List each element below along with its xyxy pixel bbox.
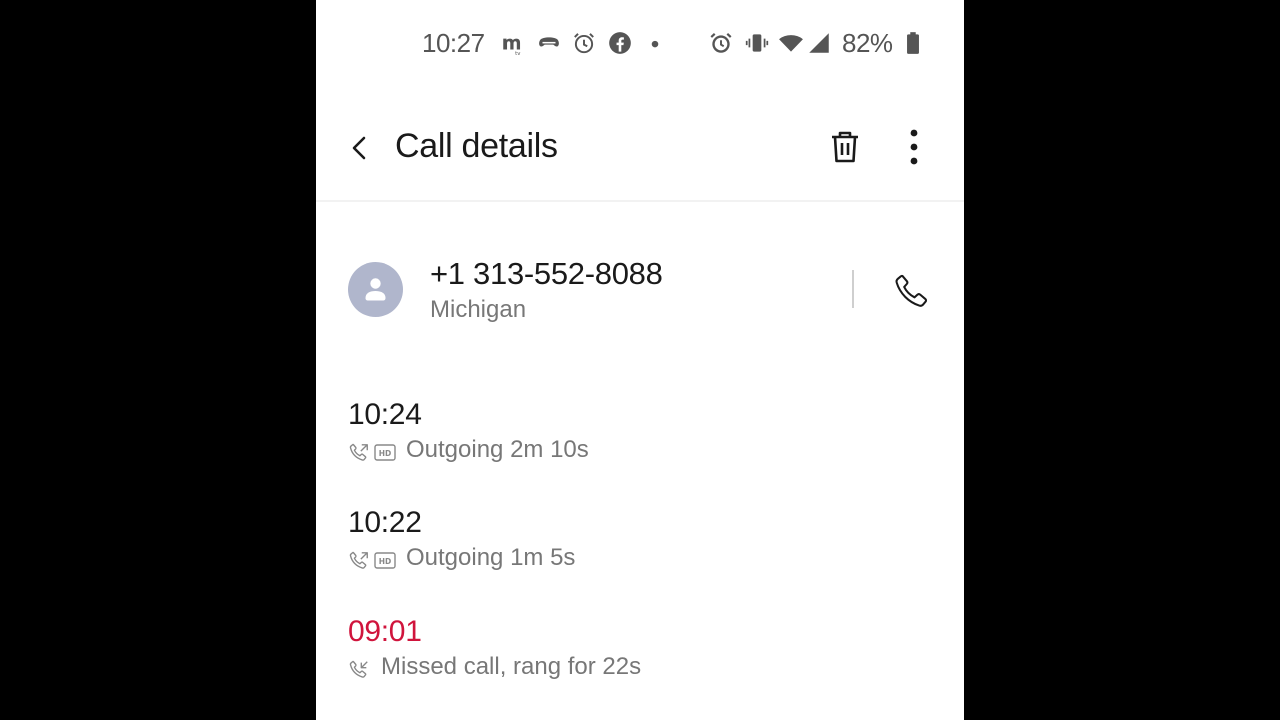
hd-voice-icon: HD [374,552,396,569]
back-arrow-icon[interactable] [340,128,380,168]
battery-percentage: 82% [842,28,893,58]
svg-text:HD: HD [379,449,392,458]
call-time: 10:24 [348,398,422,431]
wifi-icon [778,30,804,56]
phone-screen: 10:27 tv 82% Call details +1 313-552-808… [316,0,964,720]
game-controller-icon [536,30,562,56]
vibrate-icon [744,30,770,56]
alarm-icon [708,30,734,56]
missed-call-icon [348,659,370,681]
delete-icon[interactable] [824,126,866,168]
outgoing-call-icon [348,442,370,464]
call-description: Outgoing 2m 10s [406,436,589,463]
contact-header: +1 313-552-8088 Michigan [316,244,964,344]
phone-icon[interactable] [892,272,930,310]
svg-text:HD: HD [379,557,392,566]
call-log-item[interactable]: 10:22 HD Outgoing 1m 5s [316,506,964,596]
call-description: Outgoing 1m 5s [406,544,576,571]
dot-icon [642,30,668,56]
app-bar-divider [316,200,964,202]
status-time: 10:27 [422,28,485,58]
vertical-divider [852,270,854,308]
contact-number: +1 313-552-8088 [430,256,663,291]
app-bar: Call details [316,100,964,196]
alarm-clock-icon [571,30,597,56]
m-app-icon: tv [500,30,526,56]
call-time: 09:01 [348,615,422,648]
call-description: Missed call, rang for 22s [381,653,642,680]
avatar[interactable] [348,262,403,317]
call-time: 10:22 [348,506,422,539]
person-icon [365,278,386,301]
hd-voice-icon: HD [374,444,396,461]
more-options-icon[interactable] [898,126,930,168]
svg-text:tv: tv [515,51,521,56]
outgoing-call-icon [348,550,370,572]
battery-icon [900,30,926,56]
facebook-icon [607,30,633,56]
call-log-item[interactable]: 09:01 Missed call, rang for 22s [316,615,964,705]
signal-icon [806,30,832,56]
contact-region: Michigan [430,296,527,323]
status-bar: 10:27 tv 82% [316,0,964,88]
call-log-item[interactable]: 10:24 HD Outgoing 2m 10s [316,398,964,488]
page-title: Call details [395,127,558,165]
